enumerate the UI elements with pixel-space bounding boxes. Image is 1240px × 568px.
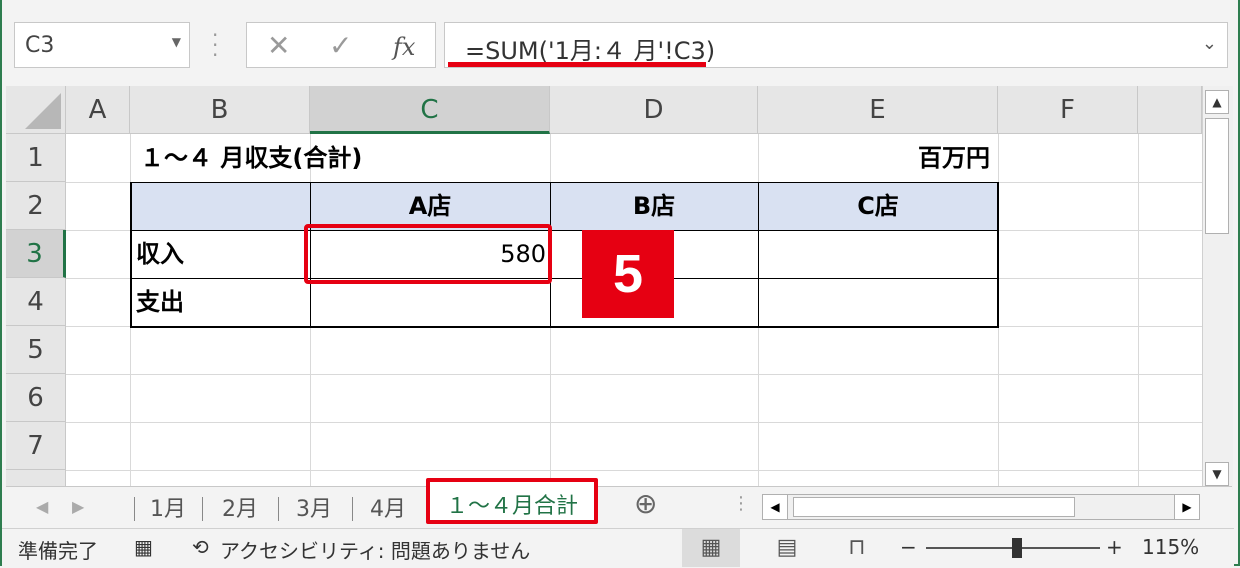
sheet-tab-5[interactable]: １～４月合計 (446, 488, 578, 520)
column-header-e[interactable]: E (758, 86, 998, 134)
sheet-tab-active-highlight[interactable]: １～４月合計 (426, 478, 598, 524)
name-box-dropdown-icon[interactable]: ▼ (172, 35, 181, 49)
formula-bar-grip-icon[interactable]: · · · (212, 25, 218, 65)
formula-buttons: ✕ ✓ fx (246, 22, 436, 68)
expand-formula-bar-icon[interactable]: ⌄ (1202, 33, 1217, 54)
status-bar: 準備完了 ▦ ⟲ アクセシビリティ: 問題ありません ▦ ▤ ⊓ − + 115… (2, 528, 1234, 567)
sheet-tab-2[interactable]: 2月 (222, 491, 258, 523)
row-header-4[interactable]: 4 (6, 278, 66, 326)
cell-b3[interactable]: 収入 (136, 230, 306, 278)
column-header-f[interactable]: F (998, 86, 1138, 134)
scroll-up-icon[interactable]: ▲ (1205, 90, 1229, 114)
sheet-tab-3[interactable]: 3月 (296, 491, 332, 523)
select-all-corner[interactable] (6, 86, 66, 134)
add-sheet-icon[interactable]: ⊕ (634, 487, 657, 520)
row-header-7[interactable]: 7 (6, 422, 66, 470)
insert-function-icon[interactable]: fx (393, 33, 415, 61)
zoom-in-icon[interactable]: + (1106, 535, 1123, 559)
sheet-tab-1[interactable]: 1月 (150, 491, 186, 523)
scroll-down-icon[interactable]: ▼ (1205, 462, 1229, 486)
column-header-c[interactable]: C (310, 86, 550, 134)
cell-c2[interactable]: A店 (310, 182, 550, 230)
accessibility-status[interactable]: アクセシビリティ: 問題ありません (220, 535, 530, 564)
step-number-badge: 5 (582, 230, 674, 318)
row-header-8[interactable] (6, 470, 66, 486)
scroll-thumb[interactable] (1205, 118, 1229, 234)
row-header-1[interactable]: 1 (6, 134, 66, 182)
zoom-out-icon[interactable]: − (900, 535, 917, 559)
next-sheet-icon[interactable]: ▶ (72, 497, 84, 516)
cell-e1[interactable]: 百万円 (758, 134, 990, 182)
cell-b2[interactable] (130, 182, 310, 230)
cell-b1[interactable]: １～４ 月収支(合計) (140, 134, 540, 182)
cell-e2[interactable]: C店 (758, 182, 998, 230)
page-layout-view-icon[interactable]: ▤ (758, 529, 816, 567)
active-cell-highlight (304, 224, 552, 284)
hscroll-thumb[interactable] (793, 497, 1075, 517)
accessibility-icon[interactable]: ⟲ (192, 535, 209, 559)
prev-sheet-icon[interactable]: ◀ (36, 497, 48, 516)
cell-b4[interactable]: 支出 (136, 278, 306, 326)
cancel-icon[interactable]: ✕ (267, 29, 290, 62)
cell-d2[interactable]: B店 (550, 182, 758, 230)
row-header-3[interactable]: 3 (6, 230, 66, 278)
row-header-6[interactable]: 6 (6, 374, 66, 422)
sheet-tab-4[interactable]: 4月 (370, 491, 406, 523)
name-box[interactable]: C3 ▼ (14, 22, 190, 68)
page-break-view-icon[interactable]: ⊓ (828, 529, 886, 567)
enter-check-icon[interactable]: ✓ (329, 29, 352, 62)
vertical-scrollbar[interactable]: ▲ ▼ (1202, 86, 1233, 490)
formula-text: =SUM('1月:４ 月'!C3) (465, 37, 716, 65)
tab-split-grip-icon[interactable]: ⋮ (732, 493, 750, 514)
status-ready: 準備完了 (18, 539, 98, 563)
horizontal-scrollbar[interactable]: ◀ ▶ (762, 494, 1200, 520)
row-header-2[interactable]: 2 (6, 182, 66, 230)
normal-view-icon[interactable]: ▦ (682, 529, 740, 567)
row-header-5[interactable]: 5 (6, 326, 66, 374)
scroll-left-icon[interactable]: ◀ (763, 495, 788, 519)
formula-highlight-underline (448, 62, 706, 67)
zoom-level[interactable]: 115% (1142, 535, 1199, 559)
column-header-g[interactable] (1138, 86, 1202, 134)
column-header-b[interactable]: B (130, 86, 310, 134)
column-header-d[interactable]: D (550, 86, 758, 134)
macro-record-icon[interactable]: ▦ (134, 535, 153, 559)
scroll-right-icon[interactable]: ▶ (1174, 495, 1199, 519)
column-header-a[interactable]: A (66, 86, 130, 134)
name-box-value: C3 (25, 33, 55, 58)
zoom-slider-handle[interactable] (1012, 538, 1022, 558)
